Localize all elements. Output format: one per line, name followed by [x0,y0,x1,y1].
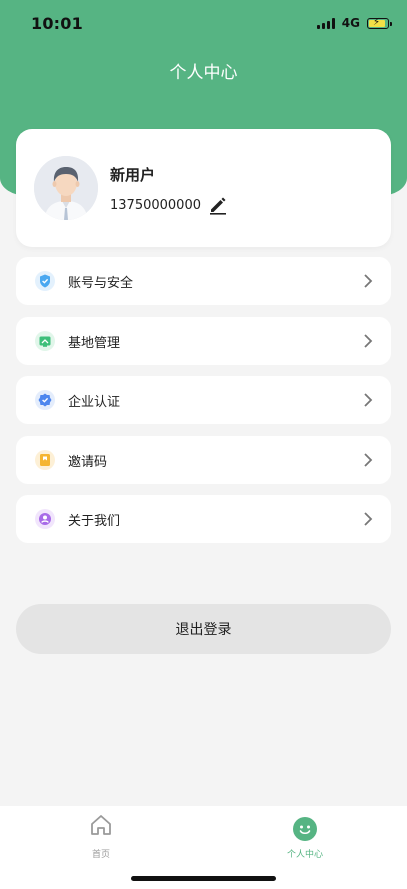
shield-icon [35,271,55,291]
base-icon [35,331,55,351]
menu-item-about-us[interactable]: 关于我们 [16,495,391,543]
invite-icon [35,450,55,470]
menu-label: 基地管理 [68,336,121,351]
verified-icon [35,390,55,410]
profile-card[interactable]: 新用户 13750000000 [16,129,391,247]
chevron-right-icon [364,393,373,407]
menu-label: 企业认证 [68,395,121,410]
menu-label: 关于我们 [68,514,121,529]
home-indicator [131,876,276,881]
home-icon [91,815,111,835]
avatar[interactable] [34,156,98,220]
smile-icon [293,817,317,841]
user-avatar-icon [34,156,98,220]
profile-name: 新用户 [110,166,156,184]
profile-phone: 13750000000 [110,198,201,213]
chevron-right-icon [364,453,373,467]
tab-profile[interactable]: 个人中心 [255,810,355,860]
chevron-right-icon [364,512,373,526]
edit-profile-button[interactable] [208,195,228,215]
menu-item-account-security[interactable]: 账号与安全 [16,257,391,305]
logout-button[interactable]: 退出登录 [16,604,391,654]
menu-label: 账号与安全 [68,276,134,291]
page-title: 个人中心 [169,63,238,83]
about-icon [35,509,55,529]
menu-item-enterprise-verification[interactable]: 企业认证 [16,376,391,424]
status-indicators: 4G ⚡ [316,16,392,30]
menu-item-invite-code[interactable]: 邀请码 [16,436,391,484]
status-time: 10:01 [31,14,83,33]
network-type: 4G [341,16,360,30]
status-bar: 10:01 4G ⚡ [0,0,407,46]
chevron-right-icon [364,274,373,288]
tab-label: 个人中心 [286,850,323,860]
chevron-right-icon [364,334,373,348]
menu-label: 邀请码 [68,455,108,470]
menu-item-base-management[interactable]: 基地管理 [16,317,391,365]
tab-home[interactable]: 首页 [51,810,151,860]
battery-icon: ⚡ [367,17,392,29]
tab-label: 首页 [91,850,110,860]
pencil-icon [210,197,226,215]
signal-icon [316,17,335,29]
